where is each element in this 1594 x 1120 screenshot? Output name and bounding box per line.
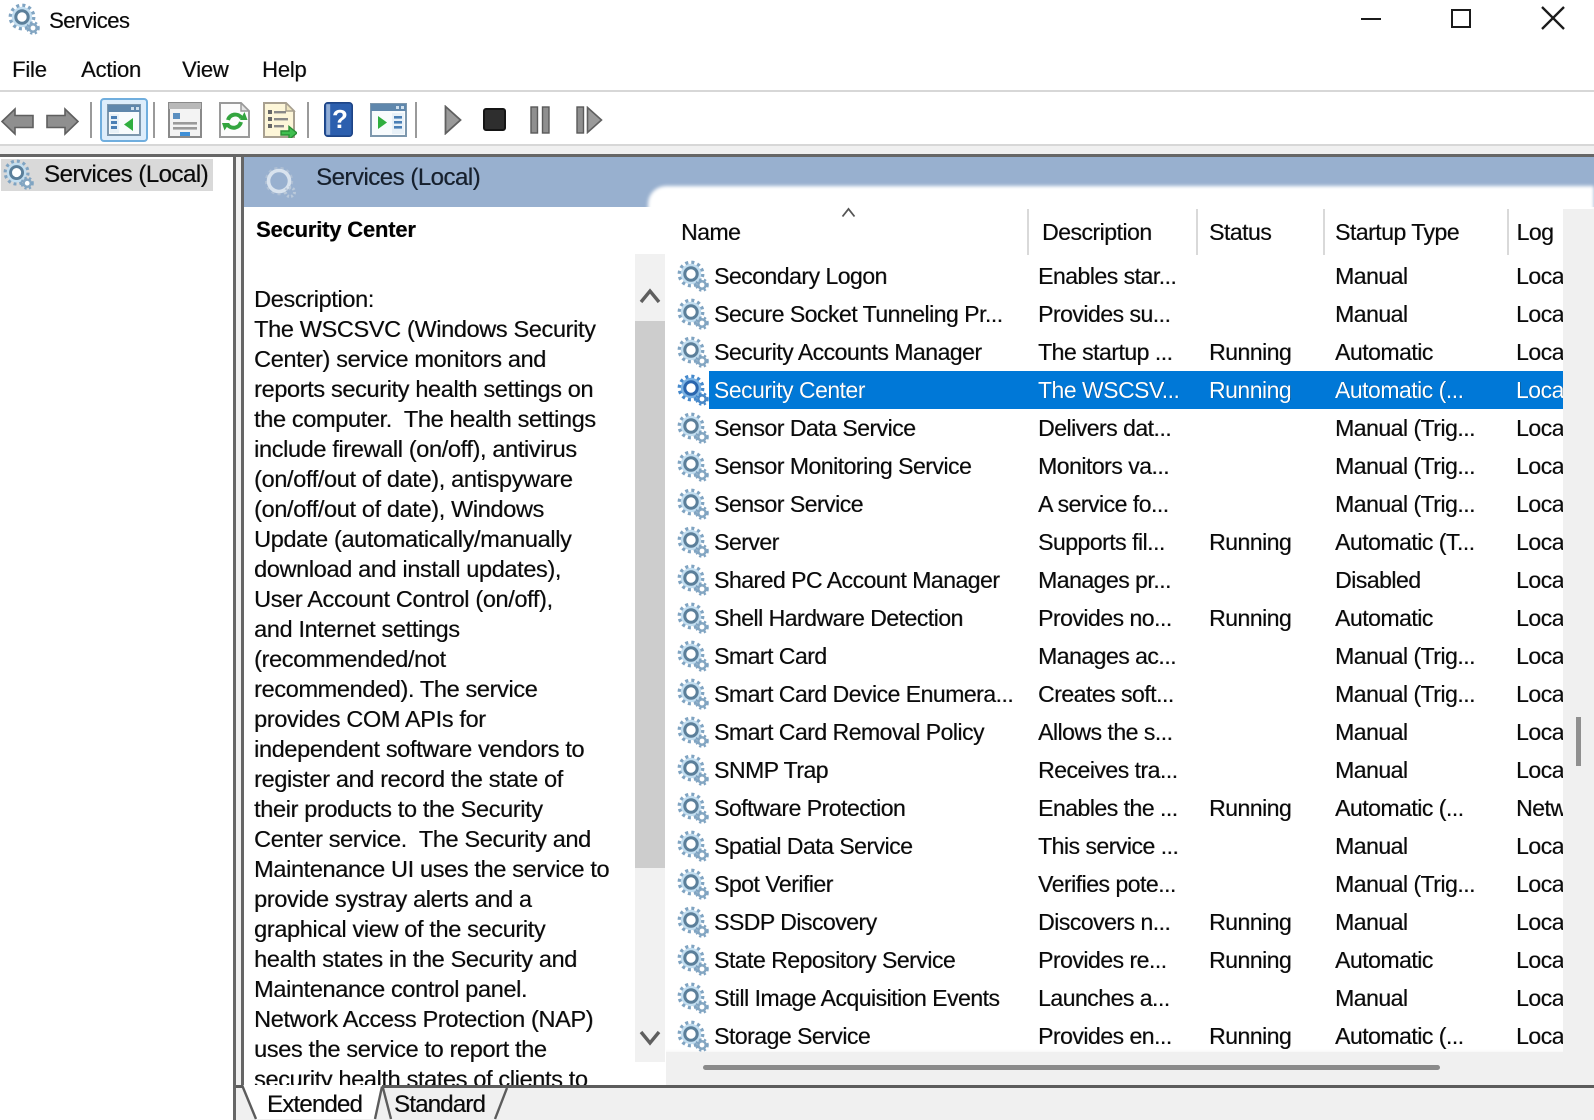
svg-text:?: ? bbox=[332, 104, 348, 134]
